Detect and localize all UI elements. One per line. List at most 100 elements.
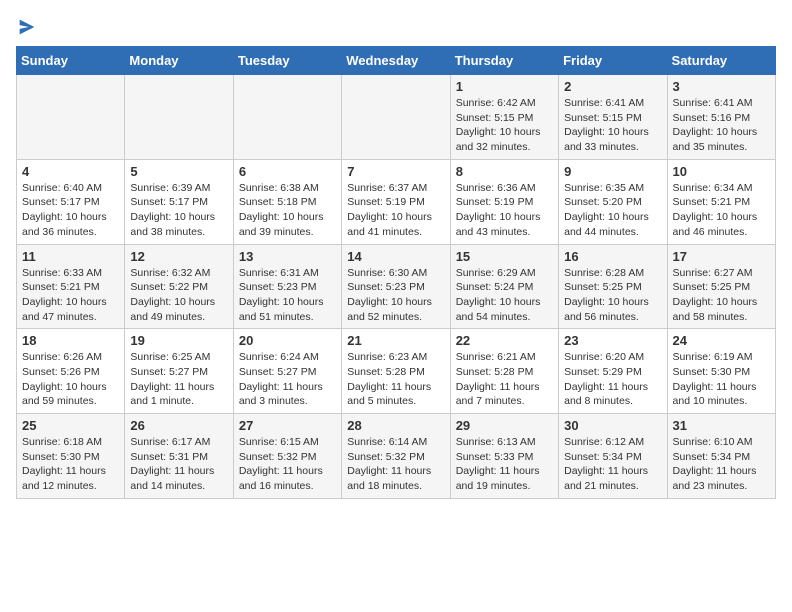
day-number: 22 xyxy=(456,333,553,348)
calendar-cell: 18 Sunrise: 6:26 AM Sunset: 5:26 PM Dayli… xyxy=(17,329,125,414)
weekday-header-friday: Friday xyxy=(559,47,667,75)
day-number: 24 xyxy=(673,333,770,348)
day-info: Sunrise: 6:25 AM Sunset: 5:27 PM Dayligh… xyxy=(130,350,227,409)
calendar-cell: 15Sunrise: 6:29 AM Sunset: 5:24 PM Dayli… xyxy=(450,244,558,329)
day-info: Sunrise: 6:31 AM Sunset: 5:23 PM Dayligh… xyxy=(239,266,336,325)
calendar-cell: 14Sunrise: 6:30 AM Sunset: 5:23 PM Dayli… xyxy=(342,244,450,329)
day-number: 2 xyxy=(564,79,661,94)
day-number: 12 xyxy=(130,249,227,264)
weekday-header-thursday: Thursday xyxy=(450,47,558,75)
calendar-cell: 16 Sunrise: 6:28 AM Sunset: 5:25 PM Dayli… xyxy=(559,244,667,329)
calendar-week-2: 4 Sunrise: 6:40 AM Sunset: 5:17 PM Daylig… xyxy=(17,159,776,244)
day-info: Sunrise: 6:21 AM Sunset: 5:28 PM Dayligh… xyxy=(456,350,553,409)
day-info: Sunrise: 6:23 AM Sunset: 5:28 PM Dayligh… xyxy=(347,350,444,409)
day-number: 18 xyxy=(22,333,119,348)
calendar-cell: 31Sunrise: 6:10 AM Sunset: 5:34 PM Dayli… xyxy=(667,414,775,499)
day-number: 27 xyxy=(239,418,336,433)
calendar-cell: 24 Sunrise: 6:19 AM Sunset: 5:30 PM Dayli… xyxy=(667,329,775,414)
calendar-cell xyxy=(233,75,341,160)
day-number: 17 xyxy=(673,249,770,264)
calendar-cell: 27Sunrise: 6:15 AM Sunset: 5:32 PM Dayli… xyxy=(233,414,341,499)
weekday-header-wednesday: Wednesday xyxy=(342,47,450,75)
calendar-cell: 19 Sunrise: 6:25 AM Sunset: 5:27 PM Dayli… xyxy=(125,329,233,414)
calendar-cell: 26Sunrise: 6:17 AM Sunset: 5:31 PM Dayli… xyxy=(125,414,233,499)
calendar-cell: 12 Sunrise: 6:32 AM Sunset: 5:22 PM Dayli… xyxy=(125,244,233,329)
calendar-table: SundayMondayTuesdayWednesdayThursdayFrid… xyxy=(16,46,776,499)
weekday-header-row: SundayMondayTuesdayWednesdayThursdayFrid… xyxy=(17,47,776,75)
day-info: Sunrise: 6:28 AM Sunset: 5:25 PM Dayligh… xyxy=(564,266,661,325)
calendar-cell: 22 Sunrise: 6:21 AM Sunset: 5:28 PM Dayli… xyxy=(450,329,558,414)
day-info: Sunrise: 6:29 AM Sunset: 5:24 PM Dayligh… xyxy=(456,266,553,325)
calendar-week-4: 18 Sunrise: 6:26 AM Sunset: 5:26 PM Dayli… xyxy=(17,329,776,414)
weekday-header-monday: Monday xyxy=(125,47,233,75)
calendar-cell: 30 Sunrise: 6:12 AM Sunset: 5:34 PM Dayli… xyxy=(559,414,667,499)
day-number: 11 xyxy=(22,249,119,264)
day-info: Sunrise: 6:10 AM Sunset: 5:34 PM Dayligh… xyxy=(673,435,770,494)
logo-icon xyxy=(16,16,38,38)
day-number: 23 xyxy=(564,333,661,348)
calendar-cell xyxy=(342,75,450,160)
page-header xyxy=(16,16,776,38)
day-number: 1 xyxy=(456,79,553,94)
day-info: Sunrise: 6:33 AM Sunset: 5:21 PM Dayligh… xyxy=(22,266,119,325)
day-number: 4 xyxy=(22,164,119,179)
day-info: Sunrise: 6:35 AM Sunset: 5:20 PM Dayligh… xyxy=(564,181,661,240)
calendar-cell: 4 Sunrise: 6:40 AM Sunset: 5:17 PM Daylig… xyxy=(17,159,125,244)
calendar-cell: 3 Sunrise: 6:41 AM Sunset: 5:16 PM Daylig… xyxy=(667,75,775,160)
calendar-week-3: 11 Sunrise: 6:33 AM Sunset: 5:21 PM Dayli… xyxy=(17,244,776,329)
day-number: 26 xyxy=(130,418,227,433)
calendar-cell: 6 Sunrise: 6:38 AM Sunset: 5:18 PM Daylig… xyxy=(233,159,341,244)
day-number: 8 xyxy=(456,164,553,179)
day-info: Sunrise: 6:36 AM Sunset: 5:19 PM Dayligh… xyxy=(456,181,553,240)
day-number: 20 xyxy=(239,333,336,348)
day-number: 9 xyxy=(564,164,661,179)
day-info: Sunrise: 6:30 AM Sunset: 5:23 PM Dayligh… xyxy=(347,266,444,325)
day-number: 6 xyxy=(239,164,336,179)
day-info: Sunrise: 6:41 AM Sunset: 5:16 PM Dayligh… xyxy=(673,96,770,155)
calendar-week-1: 1 Sunrise: 6:42 AM Sunset: 5:15 PM Daylig… xyxy=(17,75,776,160)
day-info: Sunrise: 6:34 AM Sunset: 5:21 PM Dayligh… xyxy=(673,181,770,240)
day-info: Sunrise: 6:13 AM Sunset: 5:33 PM Dayligh… xyxy=(456,435,553,494)
calendar-cell: 8 Sunrise: 6:36 AM Sunset: 5:19 PM Daylig… xyxy=(450,159,558,244)
day-info: Sunrise: 6:24 AM Sunset: 5:27 PM Dayligh… xyxy=(239,350,336,409)
day-number: 30 xyxy=(564,418,661,433)
calendar-cell: 10 Sunrise: 6:34 AM Sunset: 5:21 PM Dayli… xyxy=(667,159,775,244)
day-info: Sunrise: 6:42 AM Sunset: 5:15 PM Dayligh… xyxy=(456,96,553,155)
day-info: Sunrise: 6:37 AM Sunset: 5:19 PM Dayligh… xyxy=(347,181,444,240)
day-info: Sunrise: 6:38 AM Sunset: 5:18 PM Dayligh… xyxy=(239,181,336,240)
calendar-cell: 20 Sunrise: 6:24 AM Sunset: 5:27 PM Dayli… xyxy=(233,329,341,414)
calendar-cell: 1 Sunrise: 6:42 AM Sunset: 5:15 PM Daylig… xyxy=(450,75,558,160)
day-info: Sunrise: 6:19 AM Sunset: 5:30 PM Dayligh… xyxy=(673,350,770,409)
day-info: Sunrise: 6:18 AM Sunset: 5:30 PM Dayligh… xyxy=(22,435,119,494)
calendar-cell: 5 Sunrise: 6:39 AM Sunset: 5:17 PM Daylig… xyxy=(125,159,233,244)
calendar-cell: 23Sunrise: 6:20 AM Sunset: 5:29 PM Dayli… xyxy=(559,329,667,414)
day-info: Sunrise: 6:12 AM Sunset: 5:34 PM Dayligh… xyxy=(564,435,661,494)
day-number: 5 xyxy=(130,164,227,179)
day-number: 21 xyxy=(347,333,444,348)
calendar-cell: 9 Sunrise: 6:35 AM Sunset: 5:20 PM Daylig… xyxy=(559,159,667,244)
day-info: Sunrise: 6:26 AM Sunset: 5:26 PM Dayligh… xyxy=(22,350,119,409)
day-number: 16 xyxy=(564,249,661,264)
weekday-header-saturday: Saturday xyxy=(667,47,775,75)
day-number: 10 xyxy=(673,164,770,179)
day-info: Sunrise: 6:40 AM Sunset: 5:17 PM Dayligh… xyxy=(22,181,119,240)
calendar-cell: 25Sunrise: 6:18 AM Sunset: 5:30 PM Dayli… xyxy=(17,414,125,499)
calendar-cell: 29Sunrise: 6:13 AM Sunset: 5:33 PM Dayli… xyxy=(450,414,558,499)
day-number: 19 xyxy=(130,333,227,348)
day-info: Sunrise: 6:32 AM Sunset: 5:22 PM Dayligh… xyxy=(130,266,227,325)
day-info: Sunrise: 6:39 AM Sunset: 5:17 PM Dayligh… xyxy=(130,181,227,240)
day-number: 3 xyxy=(673,79,770,94)
day-info: Sunrise: 6:14 AM Sunset: 5:32 PM Dayligh… xyxy=(347,435,444,494)
calendar-cell: 21 Sunrise: 6:23 AM Sunset: 5:28 PM Dayli… xyxy=(342,329,450,414)
calendar-cell: 17 Sunrise: 6:27 AM Sunset: 5:25 PM Dayli… xyxy=(667,244,775,329)
calendar-cell xyxy=(17,75,125,160)
day-number: 13 xyxy=(239,249,336,264)
day-info: Sunrise: 6:27 AM Sunset: 5:25 PM Dayligh… xyxy=(673,266,770,325)
calendar-cell: 11 Sunrise: 6:33 AM Sunset: 5:21 PM Dayli… xyxy=(17,244,125,329)
weekday-header-sunday: Sunday xyxy=(17,47,125,75)
calendar-cell: 2 Sunrise: 6:41 AM Sunset: 5:15 PM Daylig… xyxy=(559,75,667,160)
day-info: Sunrise: 6:41 AM Sunset: 5:15 PM Dayligh… xyxy=(564,96,661,155)
calendar-cell: 7Sunrise: 6:37 AM Sunset: 5:19 PM Daylig… xyxy=(342,159,450,244)
weekday-header-tuesday: Tuesday xyxy=(233,47,341,75)
calendar-cell: 28Sunrise: 6:14 AM Sunset: 5:32 PM Dayli… xyxy=(342,414,450,499)
